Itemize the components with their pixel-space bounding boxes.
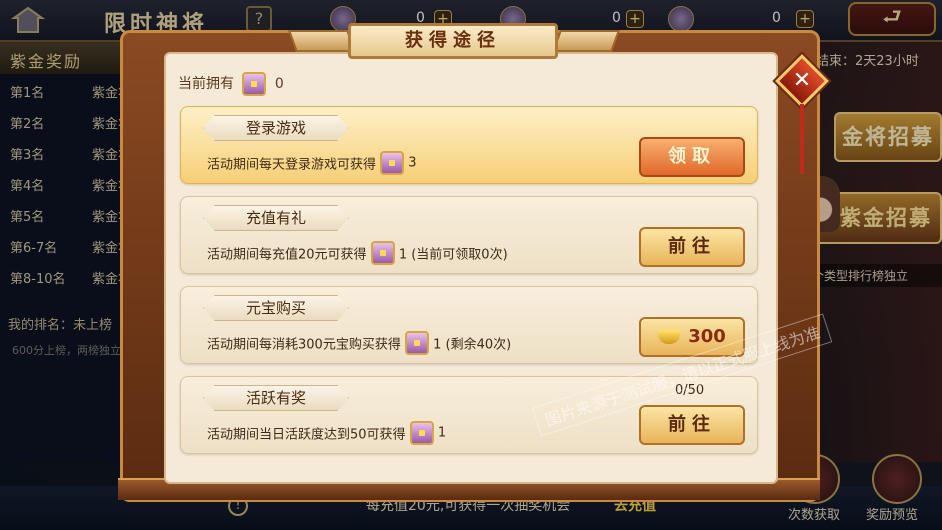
description-text: 活动期间每天登录游戏可获得 (207, 157, 377, 173)
reward-amount: 1 (437, 425, 447, 441)
close-tassel (800, 104, 804, 174)
source-row-login: 登录游戏 活动期间每天登录游戏可获得 3 领取 (180, 106, 758, 184)
modal-title: 获得途径 (348, 23, 558, 59)
ribbon-wing-left (287, 30, 357, 52)
goto-recharge-button[interactable]: 前往 (639, 227, 745, 267)
reward-amount: 3 (408, 155, 417, 171)
claim-button[interactable]: 领取 (639, 137, 745, 177)
ribbon-wing-right (551, 30, 621, 52)
chest-icon (380, 151, 405, 175)
description-text: 活动期间每消耗300元宝购买获得 (207, 337, 401, 353)
source-row-ingot-purchase: 元宝购买 活动期间每消耗300元宝购买获得 1 (剩余40次) 300 (180, 286, 758, 364)
description-text: 活动期间每充值20元可获得 (207, 247, 367, 263)
owned-label: 当前拥有 (178, 76, 234, 92)
reward-amount: 1 (当前可领取0次) (398, 247, 508, 263)
gold-ingot-icon (658, 330, 681, 344)
chest-icon (409, 421, 434, 445)
reward-amount: 1 (剩余40次) (433, 337, 512, 353)
goto-activity-button[interactable]: 前往 (639, 405, 745, 445)
description-text: 活动期间当日活跃度达到50可获得 (207, 427, 406, 443)
source-description: 活动期间当日活跃度达到50可获得 1 (207, 421, 446, 445)
source-tag: 登录游戏 (203, 115, 349, 141)
close-icon: ✕ (792, 68, 812, 93)
chest-icon (370, 241, 395, 265)
source-description: 活动期间每消耗300元宝购买获得 1 (剩余40次) (207, 331, 511, 355)
ingot-price: 300 (688, 326, 726, 347)
source-tag: 元宝购买 (203, 295, 349, 321)
source-row-recharge: 充值有礼 活动期间每充值20元可获得 1 (当前可领取0次) 前往 (180, 196, 758, 274)
source-tag: 充值有礼 (203, 205, 349, 231)
owned-value: 0 (274, 76, 284, 92)
source-description: 活动期间每天登录游戏可获得 3 (207, 151, 417, 175)
source-description: 活动期间每充值20元可获得 1 (当前可领取0次) (207, 241, 508, 265)
chest-icon (242, 72, 267, 96)
source-tag: 活跃有奖 (203, 385, 349, 411)
owned-count: 当前拥有 0 (178, 72, 284, 96)
chest-icon (404, 331, 429, 355)
